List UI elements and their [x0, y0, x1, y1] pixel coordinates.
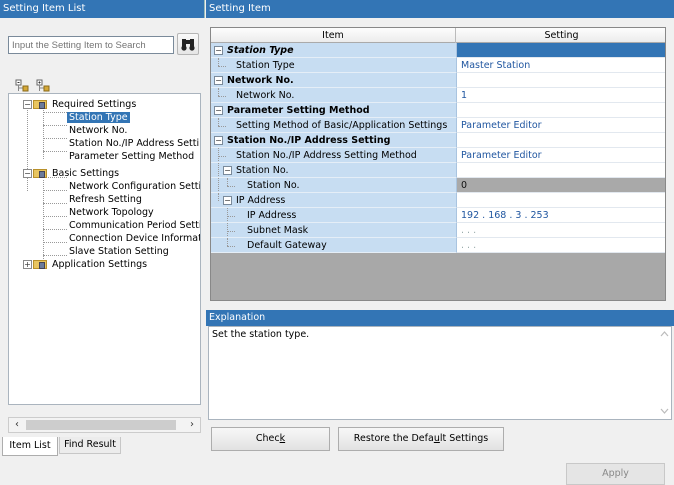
folder-icon: [33, 167, 47, 178]
grid-row[interactable]: Station No. 0: [211, 178, 665, 193]
tree-item-network-no[interactable]: Network No.: [67, 124, 129, 137]
grid-row[interactable]: − Network No.: [211, 73, 665, 88]
tree-item-refresh[interactable]: Refresh Setting: [67, 193, 144, 206]
grid-row[interactable]: Default Gateway . . .: [211, 238, 665, 253]
scrollbar-thumb[interactable]: [26, 420, 176, 430]
grid-row[interactable]: − Parameter Setting Method: [211, 103, 665, 118]
restore-defaults-button[interactable]: Restore the Default Settings: [338, 427, 504, 451]
tree-item-param-method[interactable]: Parameter Setting Method: [67, 150, 196, 163]
collapse-toggle-icon[interactable]: −: [214, 136, 223, 145]
binoculars-icon: [181, 39, 195, 51]
column-header-item: Item: [211, 28, 456, 43]
folder-icon: [33, 258, 47, 269]
tab-find-result[interactable]: Find Result: [59, 437, 121, 454]
scroll-arrows-icon: [660, 331, 669, 414]
grid-header: Item Setting: [211, 28, 665, 43]
scroll-right-icon[interactable]: ›: [184, 418, 200, 432]
collapse-toggle-icon[interactable]: −: [223, 196, 232, 205]
column-header-setting: Setting: [544, 30, 579, 41]
setting-cell[interactable]: [456, 43, 665, 58]
tree-expand-icon: [15, 79, 29, 92]
setting-cell[interactable]: [456, 193, 665, 208]
search-button[interactable]: [177, 33, 199, 55]
tree-item-network-config[interactable]: Network Configuration Settin: [67, 180, 200, 193]
tree-item-basic-settings[interactable]: Basic Settings: [33, 167, 121, 180]
explanation-scrollbar[interactable]: [658, 327, 671, 419]
check-button[interactable]: Check: [211, 427, 330, 451]
default-gateway-cell[interactable]: . . .: [456, 238, 665, 253]
collapse-toggle-icon[interactable]: −: [214, 46, 223, 55]
grid-row[interactable]: − Station No.: [211, 163, 665, 178]
setting-cell[interactable]: [456, 133, 665, 148]
tree-item-station-type[interactable]: Station Type: [67, 111, 130, 124]
tree-item-required-settings[interactable]: Required Settings: [33, 98, 138, 111]
grid-row[interactable]: − Station No./IP Address Setting: [211, 133, 665, 148]
tree-item-station-ip[interactable]: Station No./IP Address Setti: [67, 137, 200, 150]
tab-item-list[interactable]: Item List: [2, 437, 58, 456]
tree-item-application-settings[interactable]: Application Settings: [33, 258, 149, 271]
setting-cell[interactable]: Parameter Editor: [456, 118, 665, 133]
collapse-toggle-icon[interactable]: −: [23, 169, 32, 178]
expand-toggle-icon[interactable]: +: [23, 260, 32, 269]
grid-row[interactable]: Setting Method of Basic/Application Sett…: [211, 118, 665, 133]
apply-button[interactable]: Apply: [566, 463, 665, 485]
collapse-toggle-icon[interactable]: −: [23, 100, 32, 109]
tree-collapse-icon: [36, 79, 50, 92]
ip-address-cell[interactable]: 192 . 168 . 3 . 253: [456, 208, 665, 223]
tree-item-slave-station[interactable]: Slave Station Setting: [67, 245, 171, 258]
tree-item-connection-device[interactable]: Connection Device Informatic: [67, 232, 200, 245]
setting-item-list-title: Setting Item List: [0, 0, 205, 18]
collapse-toggle-icon[interactable]: −: [214, 106, 223, 115]
tree-horizontal-scrollbar[interactable]: ‹ ›: [8, 417, 201, 433]
grid-row[interactable]: Station No./IP Address Setting Method Pa…: [211, 148, 665, 163]
collapse-toggle-icon[interactable]: −: [223, 166, 232, 175]
setting-item-search-input[interactable]: [8, 36, 174, 54]
grid-row[interactable]: − IP Address: [211, 193, 665, 208]
grid-row[interactable]: Station Type Master Station: [211, 58, 665, 73]
grid-row[interactable]: − Station Type: [211, 43, 665, 58]
tree-item-topology[interactable]: Network Topology: [67, 206, 156, 219]
setting-cell[interactable]: 1: [456, 88, 665, 103]
setting-grid[interactable]: Item Setting − Station Type Station Type …: [210, 27, 666, 301]
setting-cell[interactable]: Parameter Editor: [456, 148, 665, 163]
setting-item-title: Setting Item: [206, 0, 674, 18]
folder-icon: [33, 98, 47, 109]
grid-row[interactable]: Network No. 1: [211, 88, 665, 103]
scroll-left-icon[interactable]: ‹: [9, 418, 25, 432]
collapse-toggle-icon[interactable]: −: [214, 76, 223, 85]
explanation-title: Explanation: [206, 310, 674, 326]
subnet-mask-cell[interactable]: . . .: [456, 223, 665, 238]
setting-cell[interactable]: [456, 73, 665, 88]
setting-cell[interactable]: [456, 163, 665, 178]
grid-row[interactable]: IP Address 192 . 168 . 3 . 253: [211, 208, 665, 223]
setting-cell[interactable]: Master Station: [456, 58, 665, 73]
expand-all-icon[interactable]: [15, 79, 29, 93]
setting-cell[interactable]: 0: [456, 178, 665, 193]
setting-cell[interactable]: [456, 103, 665, 118]
setting-item-tree[interactable]: − Required Settings Station Type Network…: [8, 93, 201, 405]
collapse-all-icon[interactable]: [36, 79, 50, 93]
explanation-text: Set the station type.: [208, 326, 672, 420]
tree-item-comm-period[interactable]: Communication Period Settin: [67, 219, 200, 232]
grid-row[interactable]: Subnet Mask . . .: [211, 223, 665, 238]
